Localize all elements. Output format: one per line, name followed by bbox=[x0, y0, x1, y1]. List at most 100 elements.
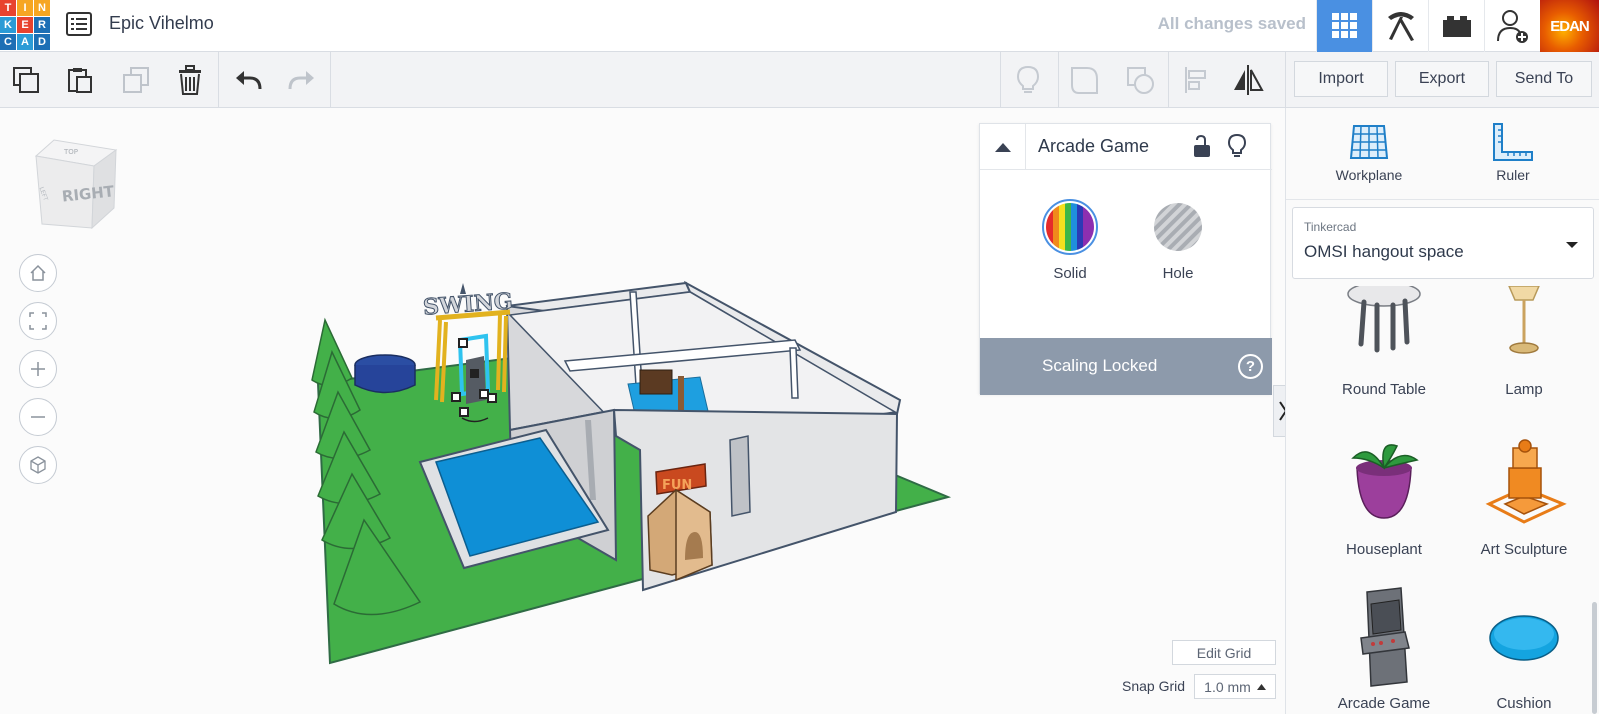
mirror-icon bbox=[1234, 65, 1264, 95]
align-icon bbox=[1185, 67, 1206, 93]
toolbar-divider bbox=[1000, 52, 1001, 108]
solid-option[interactable]: Solid bbox=[1030, 198, 1110, 282]
shape-round-table[interactable]: Round Table bbox=[1314, 281, 1454, 398]
hole-label: Hole bbox=[1162, 265, 1194, 282]
shape-library-select[interactable]: Tinkercad OMSI hangout space bbox=[1292, 207, 1594, 279]
group-icon bbox=[1071, 67, 1098, 94]
shape-cushion[interactable]: Cushion bbox=[1454, 586, 1594, 712]
rainbow-swatch-icon bbox=[1042, 199, 1098, 255]
logo-letter: C bbox=[0, 34, 16, 50]
toolbar-divider bbox=[1285, 52, 1286, 108]
menu-list-icon[interactable] bbox=[66, 12, 92, 36]
inspector-collapse-button[interactable] bbox=[980, 124, 1026, 170]
shape-notes-button[interactable] bbox=[1227, 133, 1251, 161]
avatar[interactable]: EDAN bbox=[1540, 0, 1599, 52]
notes-button[interactable] bbox=[1006, 58, 1050, 102]
hole-swatch-icon bbox=[1154, 203, 1202, 251]
duplicate-icon bbox=[123, 67, 149, 93]
toolbar-divider bbox=[218, 52, 219, 108]
bricks-view-button[interactable] bbox=[1428, 0, 1484, 52]
sidebar-tools: Workplane Ruler bbox=[1286, 108, 1599, 200]
align-button[interactable] bbox=[1174, 58, 1218, 102]
copy-icon bbox=[13, 67, 39, 93]
shape-houseplant[interactable]: Houseplant bbox=[1314, 438, 1454, 558]
shape-label: Arcade Game bbox=[1337, 695, 1431, 712]
edit-toolbar: Import Export Send To bbox=[0, 52, 1599, 108]
shapes-sidebar: Workplane Ruler Tinkercad OMSI hangout s… bbox=[1285, 108, 1599, 714]
grid-view-button[interactable] bbox=[1316, 0, 1372, 52]
send-to-button[interactable]: Send To bbox=[1496, 61, 1592, 97]
undo-button[interactable] bbox=[226, 58, 270, 102]
shape-label: Cushion bbox=[1496, 695, 1552, 712]
ruler-tool[interactable]: Ruler bbox=[1458, 122, 1568, 183]
copy-button[interactable] bbox=[4, 58, 48, 102]
mirror-button[interactable] bbox=[1226, 58, 1270, 102]
snap-grid-select[interactable]: 1.0 mm bbox=[1194, 674, 1276, 699]
pickaxe-icon bbox=[1387, 12, 1414, 41]
paste-icon bbox=[68, 68, 92, 93]
help-icon[interactable]: ? bbox=[1238, 354, 1263, 379]
arcade-game-thumbnail bbox=[1360, 587, 1410, 687]
duplicate-button[interactable] bbox=[114, 58, 158, 102]
group-button[interactable] bbox=[1062, 58, 1106, 102]
ungroup-icon bbox=[1127, 67, 1154, 94]
lightbulb-icon bbox=[1227, 133, 1247, 157]
lightbulb-icon bbox=[1016, 65, 1040, 93]
logo-letter: R bbox=[34, 17, 50, 33]
shape-lamp[interactable]: Lamp bbox=[1454, 285, 1594, 398]
library-value: OMSI hangout space bbox=[1304, 242, 1464, 261]
trash-icon bbox=[179, 65, 201, 95]
undo-icon bbox=[236, 71, 262, 90]
minecraft-view-button[interactable] bbox=[1372, 0, 1428, 52]
shape-label: Art Sculpture bbox=[1480, 541, 1568, 558]
library-caption: Tinkercad bbox=[1304, 220, 1357, 234]
snap-grid-label: Snap Grid bbox=[1122, 678, 1186, 694]
top-header: T I N K E R C A D Epic Vihelmo All chang… bbox=[0, 0, 1599, 52]
art-sculpture-thumbnail bbox=[1485, 439, 1567, 524]
ruler-label: Ruler bbox=[1496, 167, 1530, 183]
solid-label: Solid bbox=[1053, 265, 1087, 282]
unlock-icon bbox=[1194, 134, 1210, 157]
inspector-header: Arcade Game bbox=[980, 124, 1272, 170]
delete-button[interactable] bbox=[168, 58, 212, 102]
export-button[interactable]: Export bbox=[1395, 61, 1489, 97]
user-add-icon bbox=[1496, 10, 1528, 43]
logo-letter: D bbox=[34, 34, 50, 50]
shape-label: Round Table bbox=[1342, 381, 1426, 398]
inspector-title[interactable]: Arcade Game bbox=[1038, 136, 1149, 157]
logo-letter: I bbox=[17, 0, 33, 16]
shape-inspector: Arcade Game Solid Hole Scaling Locked ? bbox=[979, 123, 1272, 395]
sidebar-scrollbar[interactable] bbox=[1592, 602, 1597, 714]
bricks-icon bbox=[1442, 16, 1471, 37]
logo-letter: T bbox=[0, 0, 16, 16]
shape-label: Houseplant bbox=[1346, 541, 1422, 558]
tinkercad-logo[interactable]: T I N K E R C A D bbox=[0, 0, 50, 50]
logo-letter: A bbox=[17, 34, 33, 50]
snap-grid-value: 1.0 mm bbox=[1204, 678, 1251, 695]
caret-down-icon bbox=[1566, 242, 1578, 248]
paste-button[interactable] bbox=[58, 58, 102, 102]
design-title[interactable]: Epic Vihelmo bbox=[109, 13, 214, 34]
shape-art-sculpture[interactable]: Art Sculpture bbox=[1454, 438, 1594, 558]
logo-letter: E bbox=[17, 17, 33, 33]
toolbar-divider bbox=[1058, 52, 1059, 108]
grid-view-icon bbox=[1331, 13, 1357, 38]
hole-option[interactable]: Hole bbox=[1138, 198, 1218, 282]
scaling-locked-label: Scaling Locked bbox=[1042, 356, 1158, 375]
workplane-label: Workplane bbox=[1335, 167, 1403, 183]
ungroup-button[interactable] bbox=[1118, 58, 1162, 102]
shape-label: Lamp bbox=[1505, 381, 1543, 398]
redo-button[interactable] bbox=[280, 58, 324, 102]
shape-arcade-game[interactable]: Arcade Game bbox=[1314, 586, 1454, 712]
workplane-icon bbox=[1349, 125, 1389, 159]
chevron-up-icon bbox=[994, 143, 1011, 152]
edit-grid-button[interactable]: Edit Grid bbox=[1172, 640, 1276, 665]
redo-icon bbox=[288, 71, 314, 90]
import-button[interactable]: Import bbox=[1294, 61, 1388, 97]
save-status: All changes saved bbox=[1157, 14, 1306, 33]
unlock-button[interactable] bbox=[1192, 134, 1216, 160]
cushion-thumbnail bbox=[1489, 615, 1559, 661]
scaling-locked-bar[interactable]: Scaling Locked ? bbox=[980, 338, 1272, 395]
workplane-tool[interactable]: Workplane bbox=[1314, 122, 1424, 183]
invite-user-button[interactable] bbox=[1484, 0, 1540, 52]
